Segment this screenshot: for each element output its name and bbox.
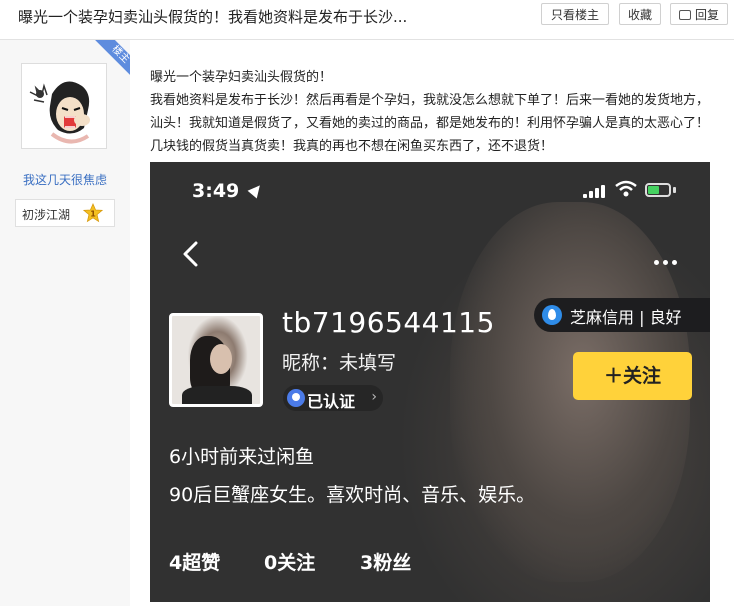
status-time: 3:49 [192, 180, 240, 202]
profile-photo[interactable] [169, 313, 263, 407]
level-star-icon: 1 [83, 203, 103, 223]
sesame-drop-icon [542, 305, 562, 325]
only-op-button[interactable]: 只看楼主 [541, 3, 609, 25]
fans-count[interactable]: 3粉丝 [360, 548, 411, 575]
seller-bio: 90后巨蟹座女生。喜欢时尚、音乐、娱乐。 [169, 484, 536, 506]
seller-user-id: tb7196544115 [282, 306, 495, 339]
reply-icon [678, 10, 691, 20]
level-title: 初涉江湖 [22, 208, 71, 222]
battery-level [648, 186, 659, 194]
verified-badge[interactable]: 已认证 › [283, 385, 383, 411]
chevron-right-icon: › [371, 389, 377, 405]
following-count[interactable]: 0关注 [264, 548, 315, 575]
reply-label: 回复 [694, 8, 719, 22]
follow-button[interactable]: ＋关注 [573, 352, 692, 400]
verified-label: 已认证 [307, 392, 356, 411]
thread-header: 曝光一个装孕妇卖汕头假货的！我看她资料是发布于长沙... 只看楼主 收藏 回复 [0, 0, 734, 30]
seller-nickname: 昵称：未填写 [282, 352, 397, 374]
post-paragraph-2: 我看她资料是发布于长沙！然后再看是个孕妇，我就没怎么想就下单了！后来一看她的发货… [150, 93, 710, 154]
author-username[interactable]: 我这几天很焦虑 [0, 171, 130, 188]
reply-button[interactable]: 回复 [670, 3, 728, 25]
sesame-credit-label: 芝麻信用 | 良好 [570, 308, 682, 327]
avatar[interactable] [21, 63, 107, 149]
battery-icon [645, 183, 671, 197]
sesame-credit-badge[interactable]: 芝麻信用 | 良好 [534, 298, 710, 332]
back-chevron-icon[interactable] [178, 240, 206, 268]
post-paragraph-1: 曝光一个装孕妇卖汕头假货的！ [150, 70, 333, 85]
level-number: 1 [90, 210, 96, 219]
location-arrow-icon [247, 181, 265, 199]
signal-icon [583, 184, 605, 198]
verified-icon [287, 389, 305, 407]
avatar-cartoon-image [29, 81, 90, 144]
embedded-screenshot[interactable]: 3:49 tb7196544115 昵称：未填写 已认证 › 芝麻信用 | 良好… [150, 162, 710, 602]
likes-count[interactable]: 4超赞 [169, 548, 220, 575]
thread-title: 曝光一个装孕妇卖汕头假货的！我看她资料是发布于长沙... [18, 8, 408, 26]
battery-tip [673, 187, 676, 193]
author-level: 初涉江湖 1 [15, 199, 115, 227]
more-icon[interactable] [654, 250, 681, 269]
last-seen-text: 6小时前来过闲鱼 [169, 446, 315, 468]
favorite-button[interactable]: 收藏 [619, 3, 661, 25]
wifi-icon [615, 180, 637, 197]
post-body: 曝光一个装孕妇卖汕头假货的！ 我看她资料是发布于长沙！然后再看是个孕妇，我就没怎… [150, 66, 715, 158]
